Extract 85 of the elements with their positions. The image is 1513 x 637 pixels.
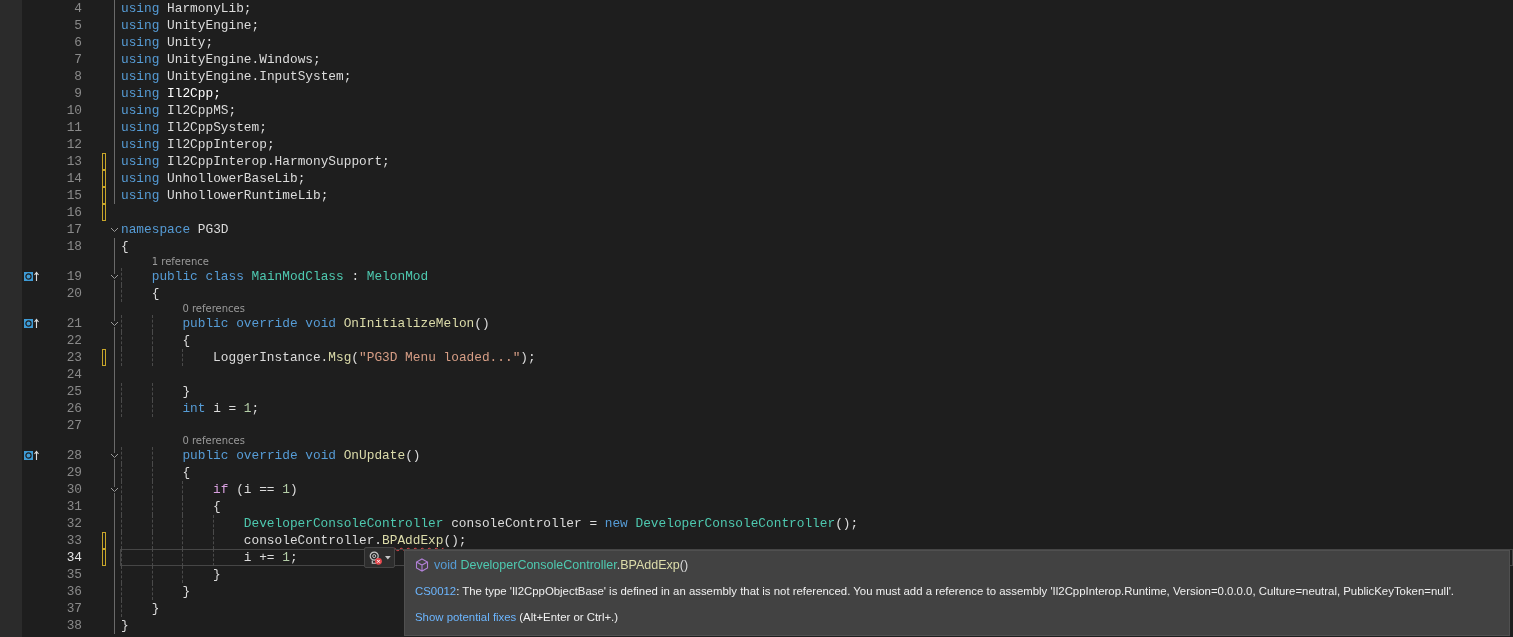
code-line: public override void OnInitializeMelon() [121, 315, 490, 332]
codelens-references-link[interactable]: 0 references [182, 302, 245, 315]
line-number: 27 [65, 417, 82, 434]
line-number: 11 [65, 119, 82, 136]
lightbulb-error-icon [368, 549, 384, 566]
code-line: using Il2Cpp; [121, 86, 221, 101]
caret-icon [385, 555, 391, 560]
code-line: { [121, 332, 191, 349]
line-number: 14 [65, 170, 82, 187]
line-number: 12 [65, 136, 82, 153]
line-number: 23 [65, 349, 82, 366]
code-line: } [121, 583, 191, 600]
shortcut-hint: (Alt+Enter or Ctrl+.) [519, 611, 619, 623]
line-number: 31 [65, 498, 82, 515]
line-number: 33 [65, 532, 82, 549]
code-line: { [121, 498, 221, 515]
code-line: { [121, 239, 129, 254]
line-number: 6 [73, 34, 82, 51]
override-icon[interactable] [24, 318, 40, 329]
code-line: using UnhollowerBaseLib; [121, 171, 306, 186]
line-number: 29 [65, 464, 82, 481]
line-number: 26 [65, 400, 82, 417]
line-number: 37 [65, 600, 82, 617]
code-line: using Il2CppInterop.HarmonySupport; [121, 154, 390, 169]
code-line: using Il2CppInterop; [121, 137, 275, 152]
code-line: public override void OnUpdate() [121, 447, 421, 464]
line-number: 18 [65, 238, 82, 255]
code-line: public class MainModClass : MelonMod [121, 268, 429, 285]
code-line: } [121, 600, 160, 617]
chevron-icon[interactable] [110, 320, 119, 327]
code-line: consoleController.BPAddExp(); [121, 532, 467, 549]
code-line: using Il2CppMS; [121, 103, 237, 118]
method-signature: void DeveloperConsoleController.BPAddExp() [434, 558, 689, 572]
code-line: } [121, 383, 191, 400]
code-line: DeveloperConsoleController consoleController = new DeveloperConsoleController(); [121, 515, 859, 532]
code-line: LoggerInstance.Msg("PG3D Menu loaded..."); [121, 349, 536, 366]
line-number: 9 [73, 85, 82, 102]
line-number: 4 [73, 0, 82, 17]
code-line: int i = 1; [121, 400, 260, 417]
override-icon[interactable] [24, 450, 40, 461]
code-line: using Unity; [121, 35, 214, 50]
code-line: } [121, 566, 221, 583]
override-icon[interactable] [24, 271, 40, 282]
line-number: 7 [73, 51, 82, 68]
code-line: } [121, 618, 129, 633]
cube-icon [415, 558, 429, 572]
show-fixes-link[interactable]: Show potential fixes [415, 611, 517, 623]
code-line: namespace PG3D [121, 222, 229, 237]
line-number: 8 [73, 68, 82, 85]
code-line: using UnityEngine.InputSystem; [121, 69, 352, 84]
chevron-icon[interactable] [110, 452, 119, 459]
line-number: 21 [65, 315, 82, 332]
line-number: 24 [65, 366, 82, 383]
line-number: 17 [65, 221, 82, 238]
line-number: 19 [65, 268, 82, 285]
line-number: 15 [65, 187, 82, 204]
code-line: { [121, 464, 191, 481]
line-number: 20 [65, 285, 82, 302]
codelens-references-link[interactable]: 1 reference [151, 255, 209, 268]
code-line: using HarmonyLib; [121, 1, 252, 16]
line-number: 32 [65, 515, 82, 532]
chevron-icon[interactable] [110, 273, 119, 280]
code-line: using UnityEngine.Windows; [121, 52, 321, 67]
code-line: using UnhollowerRuntimeLib; [121, 188, 329, 203]
code-line: using Il2CppSystem; [121, 120, 267, 135]
chevron-icon[interactable] [110, 486, 119, 493]
line-number: 13 [65, 153, 82, 170]
line-number: 38 [65, 617, 82, 634]
line-number: 16 [65, 204, 82, 221]
line-number: 28 [65, 447, 82, 464]
line-number: 25 [65, 383, 82, 400]
line-number: 10 [65, 102, 82, 119]
line-number: 22 [65, 332, 82, 349]
codelens-references-link[interactable]: 0 references [182, 434, 245, 447]
code-line: using UnityEngine; [121, 18, 260, 33]
code-line: { [121, 285, 160, 302]
line-number: 35 [65, 566, 82, 583]
code-line: i += 1; [121, 549, 298, 566]
code-line: if (i == 1) [121, 481, 298, 498]
quick-actions-button[interactable] [364, 547, 395, 568]
line-number: 30 [65, 481, 82, 498]
line-number: 34 [65, 549, 82, 566]
line-number: 5 [73, 17, 82, 34]
line-number: 36 [65, 583, 82, 600]
error-message: CS0012: The type 'Il2CppObjectBase' is defined in an assembly that is not referenced. You must add a reference to assembly 'Il2CppInterop.Runtime, Version=0.0.0.0, Culture=neutral, PublicKeyToken=null'. [415, 584, 1455, 599]
